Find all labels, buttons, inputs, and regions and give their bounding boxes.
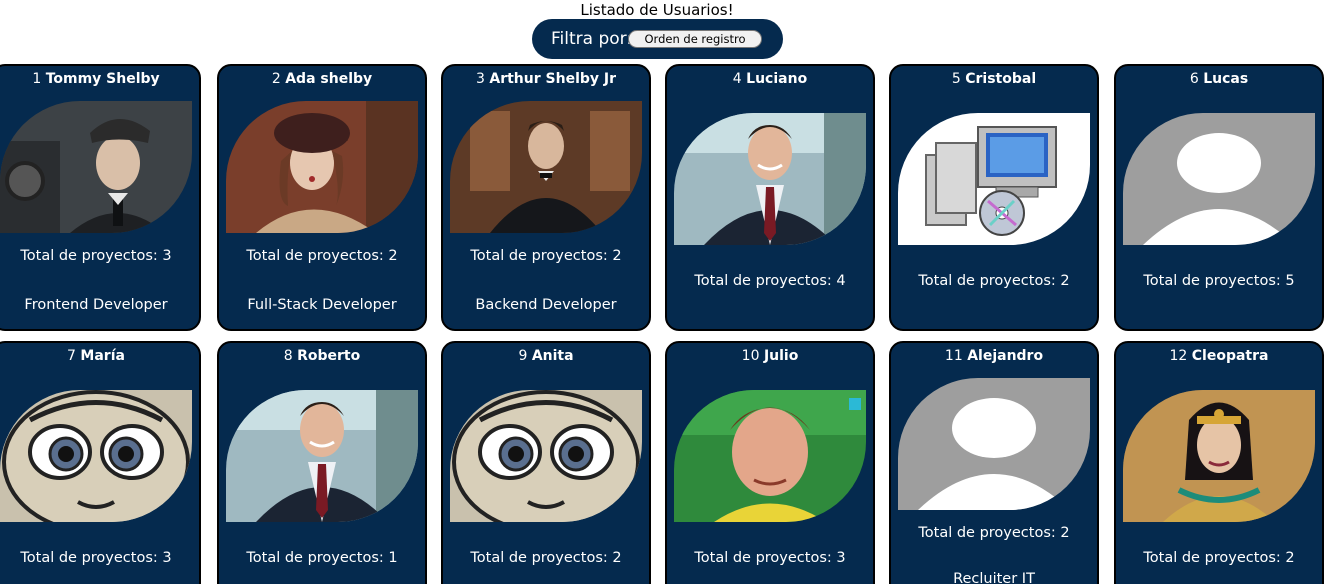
user-name: Ada shelby xyxy=(285,71,373,87)
total-projects: Total de proyectos: 2 xyxy=(246,248,398,264)
user-card-title: 10 Julio xyxy=(667,348,873,364)
user-card[interactable]: 2 Ada shelby Total de proyectos: 2 Full-St… xyxy=(217,64,427,331)
user-index: 9 xyxy=(518,348,528,364)
user-card[interactable]: 6 Lucas Total de proyectos: 5 xyxy=(1114,64,1324,331)
user-index: 5 xyxy=(951,71,961,87)
user-avatar xyxy=(898,113,1090,245)
sort-order-select[interactable]: Orden de registro xyxy=(628,30,762,48)
user-index: 7 xyxy=(67,348,76,364)
user-avatar xyxy=(1123,390,1315,522)
user-card[interactable]: 3 Arthur Shelby Jr Total de proyectos: 2 B… xyxy=(441,64,651,331)
user-name: Julio xyxy=(763,348,799,364)
user-card-title: 3 Arthur Shelby Jr xyxy=(443,71,649,87)
user-role: Recluiter IT xyxy=(953,571,1035,584)
user-avatar xyxy=(1123,113,1315,245)
total-projects: Total de proyectos: 2 xyxy=(1143,550,1295,566)
total-projects: Total de proyectos: 2 xyxy=(470,248,622,264)
filter-label: Filtra por: xyxy=(551,29,633,49)
total-projects: Total de proyectos: 1 xyxy=(246,550,398,566)
user-name: Alejandro xyxy=(967,348,1044,364)
user-card[interactable]: 10 Julio Total de proyectos: 3 xyxy=(665,341,875,584)
user-card[interactable]: 11 Alejandro Total de proyectos: 2 Recluit… xyxy=(889,341,1099,584)
user-avatar xyxy=(226,101,418,233)
user-name: Arthur Shelby Jr xyxy=(489,71,616,87)
user-avatar xyxy=(674,390,866,522)
total-projects: Total de proyectos: 2 xyxy=(918,273,1070,289)
total-projects: Total de proyectos: 3 xyxy=(694,550,846,566)
user-name: Cristobal xyxy=(965,71,1037,87)
user-index: 4 xyxy=(732,71,742,87)
user-name: Luciano xyxy=(746,71,808,87)
total-projects: Total de proyectos: 3 xyxy=(20,550,172,566)
user-index: 11 xyxy=(944,348,963,364)
user-name: Cleopatra xyxy=(1191,348,1269,364)
user-card[interactable]: 5 Cristobal Total de proyectos: 2 xyxy=(889,64,1099,331)
user-card-title: 5 Cristobal xyxy=(891,71,1097,87)
user-card-title: 4 Luciano xyxy=(667,71,873,87)
user-index: 8 xyxy=(283,348,293,364)
user-index: 12 xyxy=(1169,348,1188,364)
user-name: María xyxy=(80,348,125,364)
user-avatar xyxy=(0,390,192,522)
total-projects: Total de proyectos: 2 xyxy=(918,525,1070,541)
user-card-title: 6 Lucas xyxy=(1116,71,1322,87)
user-card-title: 9 Anita xyxy=(443,348,649,364)
user-card-title: 12 Cleopatra xyxy=(1116,348,1322,364)
user-card[interactable]: 9 Anita Total de proyectos: 2 xyxy=(441,341,651,584)
user-role: Frontend Developer xyxy=(24,297,168,313)
user-avatar xyxy=(0,101,192,233)
user-card[interactable]: 4 Luciano Total de proyectos: 4 xyxy=(665,64,875,331)
user-card-title: 7 María xyxy=(0,348,199,364)
user-card[interactable]: 12 Cleopatra Total de proyectos: 2 xyxy=(1114,341,1324,584)
user-name: Lucas xyxy=(1203,71,1249,87)
user-card-title: 1 Tommy Shelby xyxy=(0,71,199,87)
user-name: Anita xyxy=(531,348,574,364)
user-index: 10 xyxy=(741,348,760,364)
user-card[interactable]: 7 María Total de proyectos: 3 xyxy=(0,341,201,584)
user-card-title: 2 Ada shelby xyxy=(219,71,425,87)
filter-bar: Filtra por: Orden de registro xyxy=(532,19,783,59)
total-projects: Total de proyectos: 2 xyxy=(470,550,622,566)
user-avatar xyxy=(450,101,642,233)
user-index: 6 xyxy=(1189,71,1199,87)
user-role: Backend Developer xyxy=(475,297,617,313)
total-projects: Total de proyectos: 3 xyxy=(20,248,172,264)
user-avatar xyxy=(450,390,642,522)
user-name: Tommy Shelby xyxy=(45,71,160,87)
user-index: 2 xyxy=(271,71,281,87)
user-avatar xyxy=(898,378,1090,510)
page-title: Listado de Usuarios! xyxy=(580,1,734,19)
user-avatar xyxy=(674,113,866,245)
user-role: Full-Stack Developer xyxy=(247,297,397,313)
total-projects: Total de proyectos: 5 xyxy=(1143,273,1295,289)
user-card-title: 8 Roberto xyxy=(219,348,425,364)
user-index: 1 xyxy=(32,71,42,87)
user-name: Roberto xyxy=(297,348,361,364)
user-card[interactable]: 8 Roberto Total de proyectos: 1 xyxy=(217,341,427,584)
total-projects: Total de proyectos: 4 xyxy=(694,273,846,289)
user-avatar xyxy=(226,390,418,522)
user-card[interactable]: 1 Tommy Shelby Total de proyectos: 3 Front… xyxy=(0,64,201,331)
user-card-title: 11 Alejandro xyxy=(891,348,1097,364)
user-index: 3 xyxy=(476,71,485,87)
